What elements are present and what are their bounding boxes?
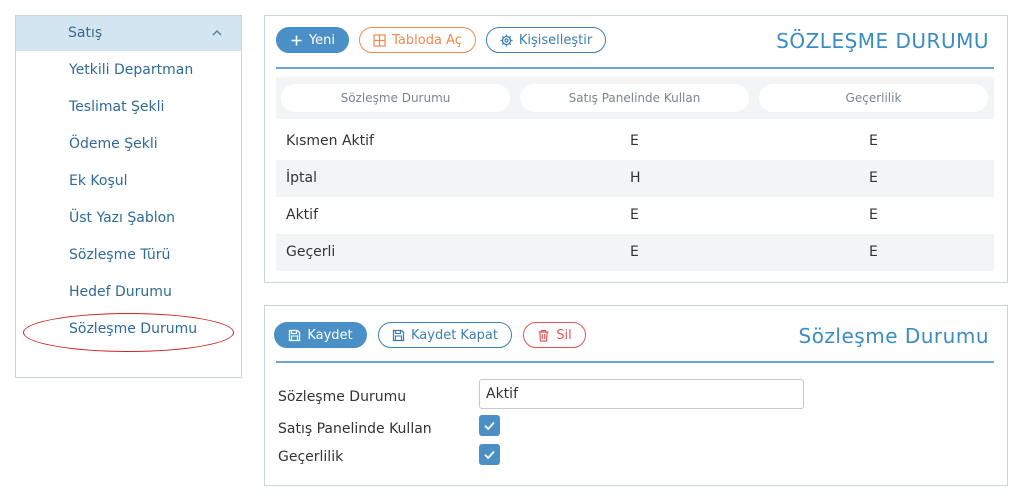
sidebar-item-teslimat-sekli[interactable]: Teslimat Şekli — [69, 99, 164, 115]
cell-sales-panel: E — [630, 244, 639, 260]
checkmark-icon — [484, 450, 495, 460]
column-header-sales-panel[interactable]: Satış Panelinde Kullan — [520, 84, 749, 112]
sidebar-section-sales[interactable]: Satış — [16, 16, 241, 51]
highlight-ring — [23, 313, 234, 352]
table-grid-icon — [373, 33, 386, 47]
save-close-button[interactable]: Kaydet Kapat — [378, 322, 512, 348]
cell-validity: E — [869, 170, 878, 186]
delete-button[interactable]: Sil — [523, 322, 586, 348]
status-field-label: Sözleşme Durumu — [278, 389, 407, 405]
save-button[interactable]: Kaydet — [274, 322, 367, 348]
delete-button-label: Sil — [556, 327, 572, 343]
open-table-button[interactable]: Tabloda Aç — [359, 27, 476, 53]
table-header: Sözleşme Durumu Satış Panelinde Kullan G… — [276, 77, 994, 119]
plus-icon — [291, 35, 302, 45]
cell-status: Kısmen Aktif — [286, 133, 374, 149]
cell-validity: E — [869, 207, 878, 223]
cell-status: İptal — [286, 170, 317, 186]
customize-button-label: Kişiselleştir — [518, 32, 593, 48]
title-divider — [276, 361, 994, 363]
cell-status: Geçerli — [286, 244, 336, 260]
save-close-button-label: Kaydet Kapat — [410, 327, 498, 343]
sidebar-item-ust-yazi-sablon[interactable]: Üst Yazı Şablon — [69, 210, 175, 226]
validity-checkbox[interactable] — [479, 444, 500, 465]
save-icon — [289, 329, 301, 341]
save-button-label: Kaydet — [307, 327, 353, 343]
sidebar-item-yetkili-departman[interactable]: Yetkili Departman — [69, 62, 193, 78]
chevron-up-icon[interactable] — [211, 27, 223, 39]
form-panel-title: Sözleşme Durumu — [798, 324, 989, 348]
list-panel: Yeni Tabloda Aç Kişiselleştir SÖZLEŞME D… — [264, 15, 1008, 283]
new-button[interactable]: Yeni — [276, 27, 349, 53]
cell-sales-panel: E — [630, 207, 639, 223]
column-header-validity[interactable]: Geçerlilik — [759, 84, 988, 112]
sidebar-item-hedef-durumu[interactable]: Hedef Durumu — [69, 284, 172, 300]
table-row[interactable]: İptal H E — [276, 160, 994, 197]
table-row[interactable]: Kısmen Aktif E E — [276, 123, 994, 160]
sidebar-section-label: Satış — [68, 25, 103, 41]
sidebar: Satış Yetkili Departman Teslimat Şekli Ö… — [15, 15, 242, 378]
sidebar-item-ek-kosul[interactable]: Ek Koşul — [69, 173, 128, 189]
gear-icon — [500, 34, 513, 46]
cell-status: Aktif — [286, 207, 318, 223]
new-button-label: Yeni — [308, 32, 336, 48]
sales-panel-field-label: Satış Panelinde Kullan — [278, 421, 432, 437]
cell-sales-panel: H — [630, 170, 641, 186]
validity-field-label: Geçerlilik — [278, 449, 344, 465]
cell-sales-panel: E — [630, 133, 639, 149]
save-icon — [392, 329, 405, 341]
list-panel-title: SÖZLEŞME DURUMU — [776, 29, 989, 53]
open-table-button-label: Tabloda Aç — [392, 32, 462, 48]
sidebar-item-sozlesme-turu[interactable]: Sözleşme Türü — [69, 247, 170, 263]
trash-icon — [538, 329, 549, 342]
form-panel: Kaydet Kaydet Kapat Sil Sözleşme Durumu … — [264, 305, 1008, 486]
checkmark-icon — [484, 421, 495, 431]
status-field[interactable] — [479, 379, 804, 409]
title-divider — [276, 67, 994, 69]
sidebar-item-odeme-sekli[interactable]: Ödeme Şekli — [69, 136, 158, 152]
table-row[interactable]: Geçerli E E — [276, 234, 994, 271]
sales-panel-checkbox[interactable] — [479, 415, 500, 436]
customize-button[interactable]: Kişiselleştir — [486, 27, 606, 53]
cell-validity: E — [869, 244, 878, 260]
column-header-status[interactable]: Sözleşme Durumu — [281, 84, 510, 112]
table-row[interactable]: Aktif E E — [276, 197, 994, 234]
cell-validity: E — [869, 133, 878, 149]
